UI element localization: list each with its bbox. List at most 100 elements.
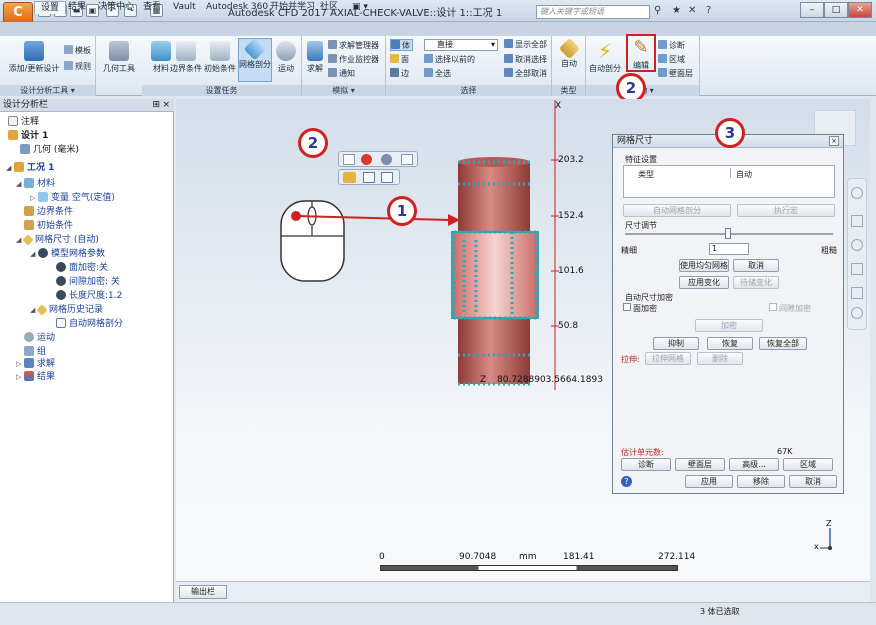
tree-item-mesh-sizing[interactable]: ◢ 网格尺寸 (自动) [16, 234, 99, 247]
tree-item-boundary-conditions[interactable]: 边界条件 [24, 206, 73, 219]
apply-button[interactable]: 应用 [685, 475, 733, 488]
auto-size-button[interactable]: ⚡ 自动剖分 [587, 39, 623, 83]
copy-icon[interactable] [401, 154, 413, 165]
show-all-button[interactable]: 显示全部 [504, 39, 547, 51]
tab-vault[interactable]: Vault [167, 1, 202, 14]
tree-item-mesh-history[interactable]: ◢ 网格历史记录 [30, 304, 103, 317]
pan-icon[interactable] [851, 215, 863, 227]
tree-item-scenario[interactable]: ◢ 工况 1 [6, 162, 54, 175]
regions-button[interactable]: 区域 [658, 54, 685, 66]
surface-refine-checkbox[interactable] [623, 303, 631, 311]
help-icon[interactable]: ? [706, 5, 711, 16]
pending-changes-button[interactable]: 待储变化 [733, 276, 779, 289]
run-macro-button[interactable]: 执行宏 [737, 204, 835, 217]
close-icon[interactable]: × [829, 136, 839, 146]
tree-item-initial-conditions[interactable]: 初始条件 [24, 220, 73, 233]
orbit-icon[interactable] [851, 263, 863, 275]
tree-item-length-scale[interactable]: 长度尺度:1.2 [56, 290, 122, 303]
solve-manager-button[interactable]: 求解管理器 [328, 40, 379, 52]
tree-item-notes[interactable]: 注释 [8, 116, 39, 129]
restore-button[interactable]: 恢复 [707, 337, 753, 350]
close-button[interactable]: ✕ [848, 2, 872, 18]
expand-arrow-icon[interactable]: ◢ [6, 162, 14, 175]
regions-dialog-button[interactable]: 区域 [783, 458, 833, 471]
tab-results[interactable]: 结果 [62, 1, 92, 14]
deselect-button[interactable]: 取消选择 [504, 54, 547, 66]
close-icon[interactable]: × [162, 99, 170, 111]
pin-icon[interactable]: ⊞ [152, 99, 160, 111]
tree-item-solve[interactable]: ▷ 求解 [16, 358, 55, 371]
diagnostics-dialog-button[interactable]: 诊断 [621, 458, 671, 471]
deselect-all-button[interactable]: 全部取消 [504, 68, 547, 80]
exchange-icon[interactable]: ✕ [688, 5, 696, 16]
minimize-button[interactable]: – [800, 2, 824, 18]
stop-icon[interactable] [361, 154, 372, 165]
tree-item-results[interactable]: ▷ 结果 [16, 371, 55, 384]
tree-item-surface-refine[interactable]: 面加密:关 [56, 262, 108, 275]
tab-getting-started[interactable]: 开始并学习 [264, 1, 321, 14]
table-icon[interactable] [363, 172, 375, 183]
settings-icon[interactable] [851, 307, 863, 319]
maximize-button[interactable]: □ [824, 2, 848, 18]
look-icon[interactable] [851, 287, 863, 299]
remove-button[interactable]: 移除 [737, 475, 785, 488]
boundary-conditions-button[interactable]: 边界条件 [169, 39, 203, 83]
tab-community[interactable]: 社区 [314, 1, 344, 14]
solve-button[interactable]: 求解 [303, 39, 327, 83]
tree-item-geometry[interactable]: 几何 (毫米) [20, 144, 79, 157]
select-previous-button[interactable]: 选择以前的 [424, 54, 475, 66]
diagnostics-button[interactable]: 诊断 [658, 40, 685, 52]
tree-item-model-mesh-params[interactable]: ◢ 模型网格参数 [30, 248, 105, 261]
cancel-size-button[interactable]: 取消 [733, 259, 779, 272]
select-edge-button[interactable]: 边 [390, 68, 409, 80]
target-icon[interactable] [381, 154, 392, 165]
steering-wheel-icon[interactable] [851, 187, 863, 199]
zoom-icon[interactable] [851, 239, 863, 251]
refine-button[interactable]: 加密 [695, 319, 763, 332]
help-icon[interactable]: ? [621, 476, 632, 487]
rules-button[interactable]: 规则 [64, 61, 91, 73]
gap-refine-checkbox[interactable] [769, 303, 777, 311]
tab-autodesk-360[interactable]: Autodesk 360 [200, 1, 274, 14]
restore-all-button[interactable]: 恢复全部 [759, 337, 807, 350]
tree-item-materials[interactable]: ◢ 材料 [16, 178, 55, 191]
tree-item-motion[interactable]: 运动 [24, 332, 55, 345]
apply-changes-button[interactable]: 应用变化 [679, 276, 729, 289]
select-all-button[interactable]: 全选 [424, 68, 451, 80]
add-update-design-button[interactable]: 添加/更新设计 [6, 39, 62, 83]
expand-arrow-icon[interactable]: ◢ [16, 178, 24, 191]
edit-mesh-button[interactable]: ✎ 编辑 [626, 34, 656, 72]
expand-arrow-icon[interactable]: ▷ [16, 371, 24, 384]
tab-extra[interactable]: ▣ ▾ [346, 1, 374, 14]
expand-arrow-icon[interactable]: ▷ [30, 192, 38, 205]
auto-mesh-button[interactable]: 自动网格剖分 [623, 204, 731, 217]
suppress-button[interactable]: 抑制 [653, 337, 699, 350]
expand-arrow-icon[interactable]: ◢ [30, 248, 38, 261]
tree-item-gap-refine[interactable]: 间隙加密: 关 [56, 276, 120, 289]
application-menu-button[interactable]: C [3, 2, 33, 24]
select-volume-button[interactable]: 体 [390, 39, 413, 51]
delete-stretch-button[interactable]: 删除 [697, 352, 743, 365]
size-value-input[interactable]: 1 [709, 243, 749, 255]
geometry-tools-button[interactable]: 几何工具 [100, 39, 138, 83]
select-face-button[interactable]: 面 [390, 54, 409, 66]
motion-button[interactable]: 运动 [273, 39, 299, 83]
view-icon[interactable] [381, 172, 393, 183]
mesh-sizing-button[interactable]: 网格剖分 [238, 37, 272, 82]
cancel-button[interactable]: 取消 [789, 475, 837, 488]
notify-button[interactable]: 通知 [328, 68, 355, 80]
stretch-mesh-button[interactable]: 拉伸网格 [645, 352, 691, 365]
wall-layer-dialog-button[interactable]: 壁面层 [675, 458, 725, 471]
size-slider-thumb[interactable] [725, 228, 731, 239]
highlight-icon[interactable] [343, 172, 356, 183]
favorites-icon[interactable]: ★ [672, 5, 681, 16]
advanced-button[interactable]: 高级... [729, 458, 779, 471]
valve-model[interactable] [440, 100, 610, 400]
use-uniform-mesh-button[interactable]: 使用均匀网格 [679, 259, 729, 272]
tab-view[interactable]: 查看 [137, 1, 167, 14]
auto-type-button[interactable]: 自动 [553, 37, 585, 83]
initial-conditions-button[interactable]: 初始条件 [203, 39, 237, 83]
tab-decision-center[interactable]: 决策中心 [92, 1, 140, 14]
expand-arrow-icon[interactable]: ▷ [16, 358, 24, 371]
tree-item-design[interactable]: 设计 1 [8, 130, 48, 143]
